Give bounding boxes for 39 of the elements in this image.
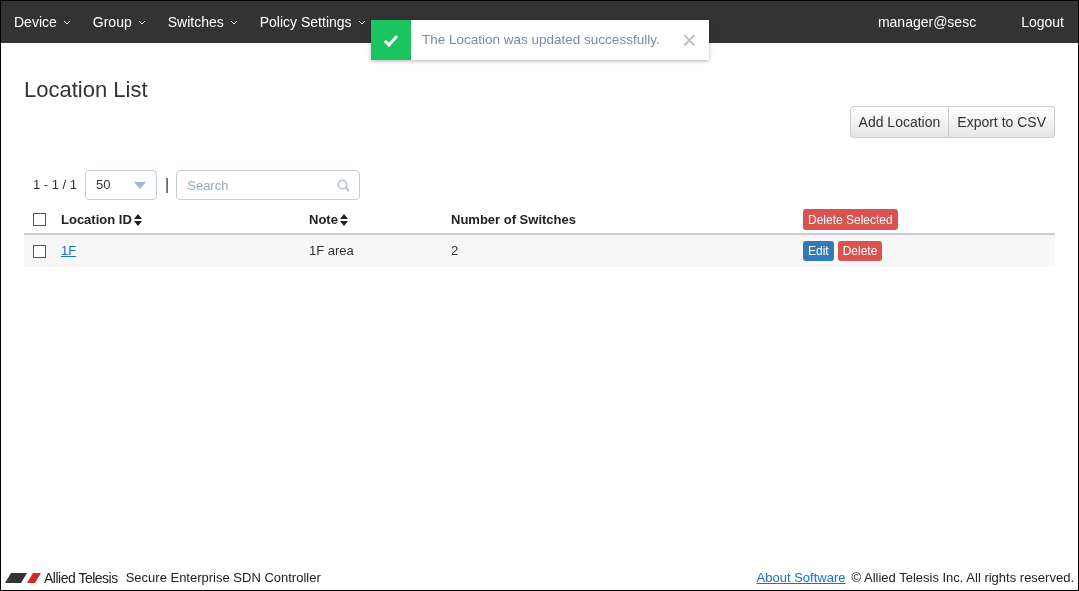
product-name: Secure Enterprise SDN Controller — [125, 569, 321, 588]
toolbar-button[interactable]: Export to CSV — [949, 106, 1055, 138]
nav-menu[interactable]: Switches — [167, 11, 238, 33]
logo-icon — [5, 573, 41, 583]
sort-icon[interactable] — [133, 213, 142, 226]
checkbox[interactable] — [33, 244, 46, 258]
search-icon — [337, 179, 351, 192]
column-header[interactable]: Location ID — [61, 209, 132, 230]
toolbar-button[interactable]: Add Location — [849, 106, 950, 138]
brand-name: Allied Telesis — [44, 568, 118, 588]
sort-icon[interactable] — [339, 213, 348, 226]
location-link[interactable]: 1F — [61, 243, 77, 259]
nav-menu[interactable]: Group — [92, 11, 146, 33]
logout-link[interactable]: Logout — [1021, 11, 1064, 33]
chevron-down-icon — [357, 19, 366, 25]
nav-menu[interactable]: Policy Settings — [259, 11, 366, 33]
copyright: © Allied Telesis Inc. All rights reserved. — [851, 569, 1074, 588]
table-cell: 1F area — [309, 243, 354, 259]
user-name: manager@sesc — [877, 12, 977, 32]
toast-message: The Location was updated successfully. — [422, 30, 660, 49]
checkmark-icon — [383, 33, 399, 47]
delete-button[interactable]: Delete — [837, 241, 883, 261]
column-header[interactable]: Note — [309, 209, 338, 230]
nav-menu[interactable]: Device — [14, 11, 71, 33]
table-cell: 2 — [451, 243, 459, 259]
delete-selected-button[interactable]: Delete Selected — [803, 209, 898, 230]
caret-icon — [134, 181, 147, 189]
page-title: Location List — [24, 76, 149, 104]
about-software-link[interactable]: About Software — [756, 568, 846, 588]
edit-button[interactable]: Edit — [803, 241, 834, 261]
separator: | — [165, 175, 170, 195]
chevron-down-icon — [229, 19, 238, 25]
page-size-select[interactable]: 50 — [85, 170, 158, 200]
column-header: Number of Switches — [451, 210, 576, 229]
pager-range: 1 - 1 / 1 — [33, 176, 78, 195]
search-field[interactable]: Search — [176, 170, 361, 200]
chevron-down-icon — [137, 19, 146, 25]
chevron-down-icon — [62, 19, 71, 25]
checkbox[interactable] — [33, 213, 46, 226]
